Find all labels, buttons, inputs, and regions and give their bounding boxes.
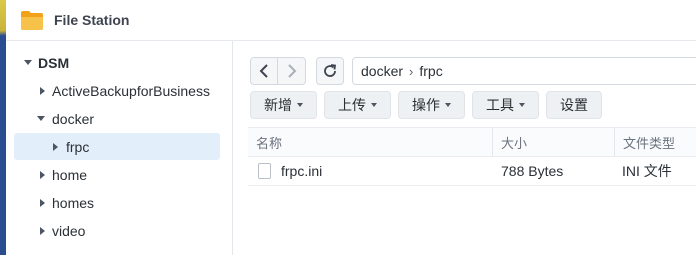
action-label: 操作 bbox=[412, 97, 440, 113]
refresh-icon bbox=[324, 64, 337, 77]
main-panel: docker › frpc 新增 上传 操作 工具 设置 名称 大小 文件类型 … bbox=[234, 41, 696, 255]
chevron-right-icon[interactable] bbox=[53, 143, 58, 151]
tree-item-homes[interactable]: homes bbox=[6, 189, 220, 216]
caret-down-icon bbox=[297, 103, 303, 107]
chevron-down-icon[interactable] bbox=[24, 60, 32, 65]
folder-tree: DSM ActiveBackupforBusiness docker frpc … bbox=[6, 41, 233, 255]
settings-label: 设置 bbox=[560, 97, 588, 113]
caret-down-icon bbox=[371, 103, 377, 107]
tree-item-label: homes bbox=[52, 194, 95, 211]
chevron-right-icon[interactable] bbox=[40, 171, 45, 179]
path-bar[interactable]: docker › frpc bbox=[352, 57, 696, 85]
column-header-type[interactable]: 文件类型 bbox=[614, 128, 696, 157]
upload-label: 上传 bbox=[338, 97, 366, 113]
tree-item-frpc[interactable]: frpc bbox=[14, 133, 220, 160]
tree-item-label: docker bbox=[52, 110, 95, 127]
caret-down-icon bbox=[519, 103, 525, 107]
tree-item-label: home bbox=[52, 166, 88, 183]
tree-item-dsm[interactable]: DSM bbox=[6, 49, 220, 76]
upload-button[interactable]: 上传 bbox=[324, 91, 391, 119]
folder-icon bbox=[21, 11, 43, 30]
create-button[interactable]: 新增 bbox=[250, 91, 317, 119]
action-button[interactable]: 操作 bbox=[398, 91, 465, 119]
file-name: frpc.ini bbox=[281, 163, 323, 179]
tree-item-label: DSM bbox=[38, 54, 70, 71]
tree-item-activebackupforbusiness[interactable]: ActiveBackupforBusiness bbox=[6, 77, 220, 104]
chevron-left-icon bbox=[259, 64, 268, 78]
tools-label: 工具 bbox=[486, 97, 514, 113]
table-row[interactable]: frpc.ini 788 Bytes INI 文件 bbox=[248, 157, 696, 186]
caret-down-icon bbox=[445, 103, 451, 107]
forward-button[interactable] bbox=[278, 57, 306, 85]
tree-item-label: video bbox=[52, 222, 86, 239]
settings-button[interactable]: 设置 bbox=[546, 91, 602, 119]
file-icon bbox=[258, 163, 271, 179]
app-title: File Station bbox=[54, 12, 130, 28]
file-size: 788 Bytes bbox=[501, 163, 564, 179]
create-label: 新增 bbox=[264, 97, 292, 113]
chevron-right-icon[interactable] bbox=[40, 87, 45, 95]
file-type: INI 文件 bbox=[622, 163, 672, 179]
refresh-button[interactable] bbox=[316, 57, 344, 85]
table-header: 名称 大小 文件类型 bbox=[248, 127, 696, 157]
chevron-right-icon[interactable] bbox=[40, 227, 45, 235]
chevron-right-icon bbox=[287, 64, 296, 78]
back-button[interactable] bbox=[250, 57, 278, 85]
tree-item-label: frpc bbox=[66, 138, 90, 155]
tree-item-video[interactable]: video bbox=[6, 217, 220, 244]
tree-item-home[interactable]: home bbox=[6, 161, 220, 188]
toolbar: 新增 上传 操作 工具 设置 bbox=[250, 91, 602, 119]
chevron-right-icon[interactable] bbox=[40, 199, 45, 207]
path-segment[interactable]: docker bbox=[361, 63, 403, 79]
tree-item-label: ActiveBackupforBusiness bbox=[52, 82, 210, 99]
tree-item-docker[interactable]: docker bbox=[6, 105, 220, 132]
title-bar: File Station bbox=[6, 0, 696, 41]
tools-button[interactable]: 工具 bbox=[472, 91, 539, 119]
path-segment[interactable]: frpc bbox=[419, 63, 442, 79]
column-header-size[interactable]: 大小 bbox=[492, 128, 614, 157]
column-header-name[interactable]: 名称 bbox=[248, 128, 492, 157]
chevron-down-icon[interactable] bbox=[37, 116, 45, 121]
path-separator: › bbox=[409, 63, 414, 79]
